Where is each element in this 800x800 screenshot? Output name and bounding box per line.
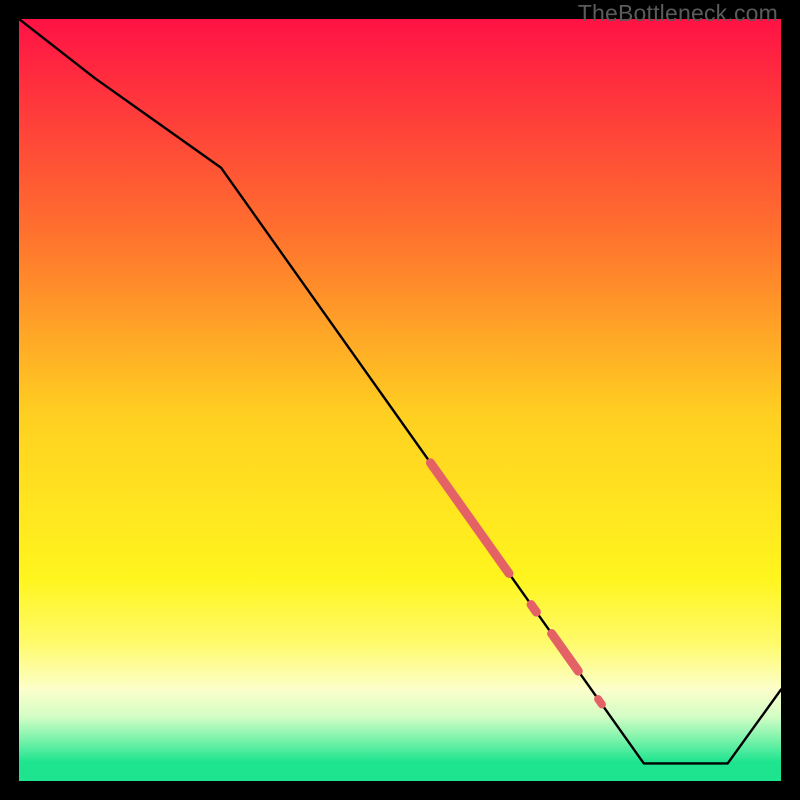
gradient-background	[19, 19, 781, 781]
marker-segment	[598, 699, 602, 704]
marker-segment	[531, 605, 536, 613]
chart-frame: TheBottleneck.com	[0, 0, 800, 800]
chart-svg	[19, 19, 781, 781]
watermark-text: TheBottleneck.com	[578, 0, 778, 27]
